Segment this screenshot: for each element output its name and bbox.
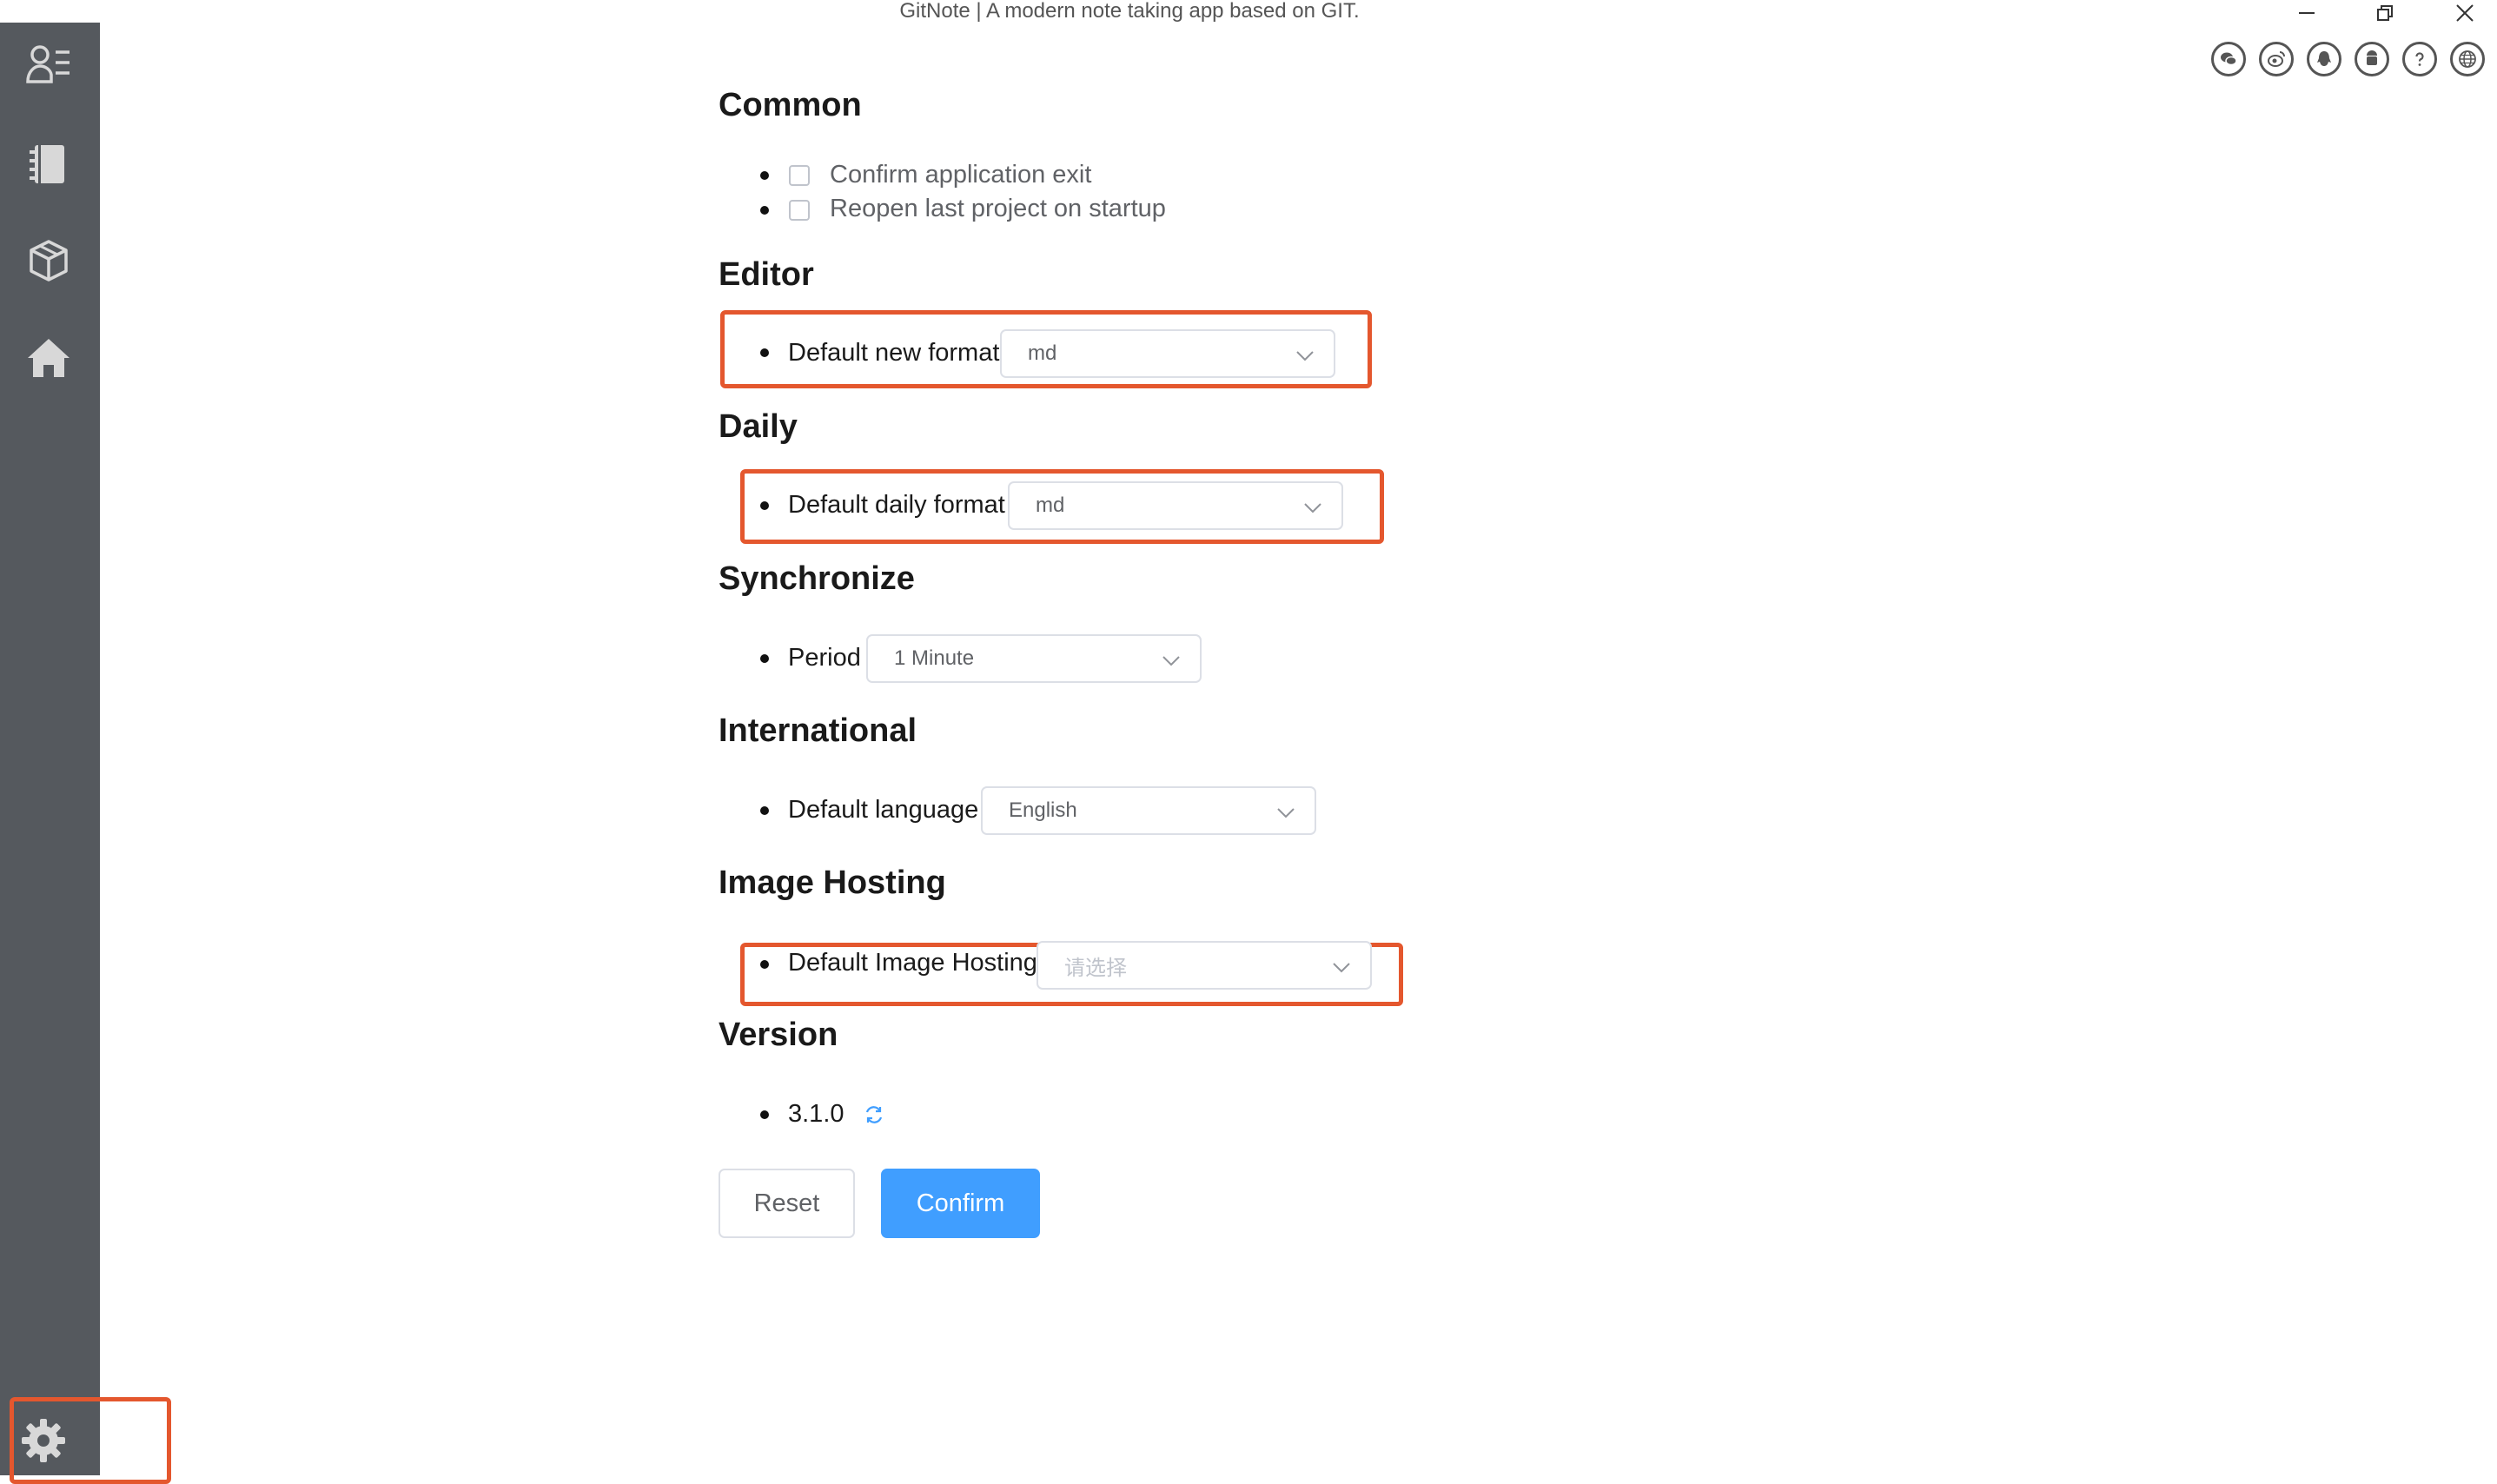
bullet [760, 501, 769, 510]
android-icon [2367, 50, 2377, 65]
section-title-synchronize: Synchronize [719, 560, 915, 597]
default-daily-format-label: Default daily format [788, 491, 1005, 519]
confirm-exit-checkbox[interactable] [789, 165, 810, 186]
bullet [760, 654, 769, 663]
sidebar [0, 23, 100, 1475]
default-language-label: Default language [788, 796, 979, 824]
confirm-button[interactable]: Confirm [881, 1169, 1040, 1238]
help-button[interactable] [2402, 42, 2437, 76]
website-button[interactable] [2450, 42, 2485, 76]
minimize-button[interactable] [2285, 0, 2328, 26]
confirm-exit-label[interactable]: Confirm application exit [830, 161, 1091, 189]
period-label: Period [788, 644, 861, 672]
restore-button[interactable] [2363, 0, 2407, 26]
weibo-icon [2268, 51, 2285, 67]
bullet [760, 206, 769, 215]
default-daily-format-select[interactable]: md [1008, 481, 1343, 530]
wechat-icon [2221, 52, 2237, 66]
reset-button[interactable]: Reset [719, 1169, 855, 1238]
android-button[interactable] [2355, 42, 2389, 76]
bullet [760, 1110, 769, 1119]
qq-button[interactable] [2307, 42, 2341, 76]
section-title-version: Version [719, 1017, 838, 1053]
restore-icon [2377, 5, 2393, 21]
help-icon [2415, 52, 2424, 66]
default-daily-format-value: md [1036, 494, 1065, 517]
section-title-editor: Editor [719, 256, 814, 293]
weibo-button[interactable] [2259, 42, 2294, 76]
version-value: 3.1.0 [788, 1100, 844, 1128]
default-image-hosting-placeholder: 请选择 [1064, 956, 1127, 980]
bullet [760, 171, 769, 180]
chevron-down-icon [1333, 963, 1350, 973]
default-new-format-select[interactable]: md [1000, 329, 1335, 378]
default-image-hosting-label: Default Image Hosting [788, 949, 1037, 977]
notebook-icon [30, 145, 64, 183]
section-title-international: International [719, 712, 917, 749]
chevron-down-icon [1277, 808, 1295, 818]
settings-highlight [10, 1397, 171, 1484]
section-title-image-hosting: Image Hosting [719, 865, 946, 901]
globe-icon [2459, 50, 2476, 68]
period-value: 1 Minute [894, 646, 975, 670]
minimize-icon [2299, 12, 2315, 14]
package-icon [30, 240, 68, 282]
chevron-down-icon [1296, 351, 1314, 361]
chevron-down-icon [1304, 503, 1321, 513]
default-language-select[interactable]: English [981, 786, 1316, 835]
sidebar-item-profile[interactable] [23, 38, 75, 90]
default-new-format-label: Default new format [788, 339, 1000, 367]
period-select[interactable]: 1 Minute [866, 634, 1202, 683]
window-title: GitNote | A modern note taking app based… [899, 0, 1360, 23]
sidebar-item-home[interactable] [23, 332, 75, 384]
refresh-icon [865, 1106, 883, 1123]
bullet [760, 960, 769, 969]
bullet [760, 806, 769, 815]
check-update-button[interactable] [863, 1103, 885, 1126]
home-icon [28, 339, 70, 377]
sidebar-item-notebook[interactable] [23, 138, 75, 190]
close-icon [2456, 4, 2474, 22]
reopen-last-checkbox[interactable] [789, 200, 810, 221]
reopen-last-label[interactable]: Reopen last project on startup [830, 195, 1166, 223]
default-language-value: English [1009, 798, 1077, 822]
sidebar-item-package[interactable] [23, 235, 75, 287]
default-new-format-value: md [1028, 341, 1057, 365]
wechat-button[interactable] [2211, 42, 2246, 76]
section-title-common: Common [719, 87, 862, 123]
default-image-hosting-select[interactable]: 请选择 [1037, 941, 1372, 990]
close-button[interactable] [2443, 0, 2487, 26]
bullet [760, 348, 769, 357]
chevron-down-icon [1162, 656, 1180, 666]
qq-icon [2317, 51, 2331, 66]
section-title-daily: Daily [719, 408, 798, 445]
user-list-icon [26, 45, 70, 83]
